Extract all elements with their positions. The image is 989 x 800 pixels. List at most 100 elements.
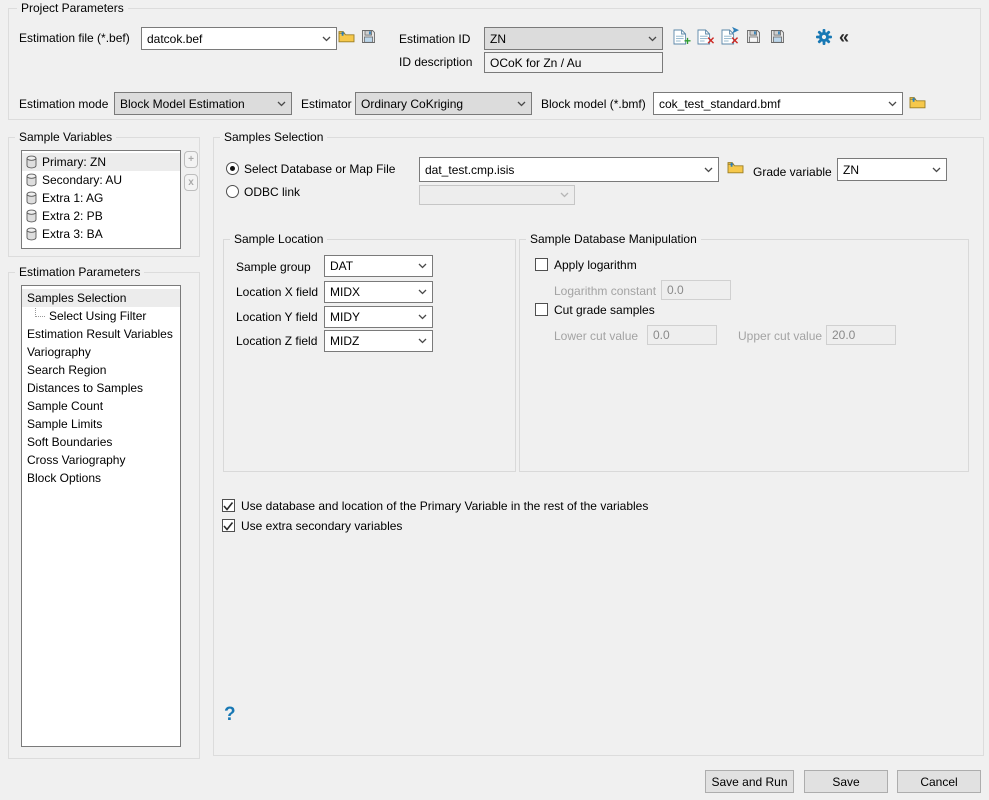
tree-item-samples-selection[interactable]: Samples Selection (22, 289, 180, 307)
sample-variables-title: Sample Variables (15, 130, 116, 144)
radio-dot (230, 166, 235, 171)
arrow-badge-icon: ➤ (731, 26, 739, 35)
list-item-extra2[interactable]: Extra 2: PB (22, 207, 180, 225)
estimation-parameters-tree[interactable]: Samples Selection Select Using Filter Es… (21, 285, 181, 747)
collapse-chevrons-icon[interactable]: « (839, 27, 847, 48)
tree-item-search-region[interactable]: Search Region (22, 361, 180, 379)
chevron-down-icon[interactable] (418, 263, 427, 269)
chevron-down-icon[interactable] (517, 101, 526, 107)
location-z-label: Location Z field (236, 334, 317, 348)
add-estimation-id-icon[interactable]: + (673, 29, 687, 45)
open-block-model-folder-icon[interactable] (909, 95, 926, 109)
use-primary-db-checkbox[interactable] (222, 499, 235, 512)
tree-item-block-options[interactable]: Block Options (22, 469, 180, 487)
tree-item-estimation-result-variables[interactable]: Estimation Result Variables (22, 325, 180, 343)
location-y-label: Location Y field (236, 310, 318, 324)
block-model-combo[interactable]: cok_test_standard.bmf (653, 92, 903, 115)
tree-item-soft-boundaries[interactable]: Soft Boundaries (22, 433, 180, 451)
list-item-primary[interactable]: Primary: ZN (22, 153, 180, 171)
tree-item-cross-variography[interactable]: Cross Variography (22, 451, 180, 469)
check-icon (223, 521, 234, 531)
save-label: Save (832, 775, 859, 789)
list-item-extra1[interactable]: Extra 1: AG (22, 189, 180, 207)
location-x-combo[interactable]: MIDX (324, 281, 433, 303)
estimation-file-combo[interactable]: datcok.bef (141, 27, 337, 50)
chevron-down-icon[interactable] (418, 314, 427, 320)
location-z-value: MIDZ (330, 334, 359, 348)
tree-connector-icon (35, 308, 45, 317)
logarithm-constant-field: 0.0 (661, 280, 731, 300)
estimation-id-combo[interactable]: ZN (484, 27, 663, 50)
estimation-file-value: datcok.bef (147, 32, 202, 46)
chevron-down-icon[interactable] (418, 338, 427, 344)
cut-grade-checkbox[interactable] (535, 303, 548, 316)
chevron-down-icon[interactable] (888, 101, 897, 107)
save-button[interactable]: Save (804, 770, 888, 793)
sample-db-manipulation-title: Sample Database Manipulation (526, 232, 701, 246)
estimation-file-label: Estimation file (*.bef) (19, 31, 130, 45)
delete-all-estimation-ids-icon[interactable]: ➤ ✕ (721, 29, 735, 45)
tree-item-label: Soft Boundaries (27, 435, 112, 449)
chevron-down-icon[interactable] (418, 289, 427, 295)
select-database-radio[interactable] (226, 162, 239, 175)
save-id-as-icon[interactable] (770, 29, 785, 44)
tree-item-sample-count[interactable]: Sample Count (22, 397, 180, 415)
tree-item-label: Block Options (27, 471, 101, 485)
chevron-down-icon[interactable] (322, 36, 331, 42)
sample-variables-list[interactable]: Primary: ZN Secondary: AU Extra 1: AG Ex… (21, 150, 181, 249)
tree-item-label: Variography (27, 345, 91, 359)
list-item-extra3[interactable]: Extra 3: BA (22, 225, 180, 243)
save-file-icon[interactable] (361, 29, 376, 44)
chevron-down-icon[interactable] (704, 167, 713, 173)
estimation-parameters-group: Estimation Parameters Samples Selection … (8, 272, 200, 759)
sample-group-combo[interactable]: DAT (324, 255, 433, 277)
estimator-value: Ordinary CoKriging (361, 97, 463, 111)
project-parameters-title: Project Parameters (17, 1, 128, 15)
id-description-value: OCoK for Zn / Au (490, 56, 581, 70)
cancel-button[interactable]: Cancel (897, 770, 981, 793)
list-item-secondary[interactable]: Secondary: AU (22, 171, 180, 189)
use-extra-secondary-label: Use extra secondary variables (241, 519, 402, 533)
tree-item-label: Search Region (27, 363, 106, 377)
chevron-down-icon (560, 192, 569, 198)
id-description-label: ID description (399, 55, 472, 69)
samples-selection-title: Samples Selection (220, 130, 327, 144)
sample-location-group: Sample Location Sample group DAT Locatio… (223, 239, 516, 472)
settings-gear-icon[interactable] (816, 29, 832, 45)
delete-estimation-id-icon[interactable]: ✕ (697, 29, 711, 45)
samples-selection-group: Samples Selection Select Database or Map… (213, 137, 984, 756)
apply-logarithm-checkbox[interactable] (535, 258, 548, 271)
tree-item-distances-to-samples[interactable]: Distances to Samples (22, 379, 180, 397)
tree-item-label: Sample Count (27, 399, 103, 413)
save-and-run-button[interactable]: Save and Run (705, 770, 794, 793)
tree-item-select-using-filter[interactable]: Select Using Filter (22, 307, 180, 325)
estimation-mode-value: Block Model Estimation (120, 97, 245, 111)
help-button[interactable]: ? (224, 704, 236, 726)
open-database-folder-icon[interactable] (727, 160, 744, 174)
remove-variable-button[interactable]: x (184, 174, 198, 191)
tree-item-sample-limits[interactable]: Sample Limits (22, 415, 180, 433)
tree-item-variography[interactable]: Variography (22, 343, 180, 361)
tree-item-label: Estimation Result Variables (27, 327, 173, 341)
odbc-link-radio[interactable] (226, 185, 239, 198)
add-variable-button[interactable]: + (184, 151, 198, 168)
save-id-icon[interactable] (746, 29, 761, 44)
sample-variables-group: Sample Variables Primary: ZN Secondary: … (8, 137, 200, 257)
location-z-combo[interactable]: MIDZ (324, 330, 433, 352)
chevron-down-icon[interactable] (932, 167, 941, 173)
apply-logarithm-label: Apply logarithm (554, 258, 637, 272)
chevron-down-icon[interactable] (648, 36, 657, 42)
open-folder-icon[interactable] (338, 29, 355, 43)
estimator-combo[interactable]: Ordinary CoKriging (355, 92, 532, 115)
database-file-combo[interactable]: dat_test.cmp.isis (419, 157, 719, 182)
chevron-down-icon[interactable] (277, 101, 286, 107)
grade-variable-value: ZN (843, 163, 859, 177)
estimation-mode-combo[interactable]: Block Model Estimation (114, 92, 292, 115)
cut-grade-label: Cut grade samples (554, 303, 655, 317)
grade-variable-combo[interactable]: ZN (837, 158, 947, 181)
list-item-label: Extra 1: AG (42, 191, 103, 205)
use-extra-secondary-checkbox[interactable] (222, 519, 235, 532)
block-model-value: cok_test_standard.bmf (659, 97, 780, 111)
location-y-combo[interactable]: MIDY (324, 306, 433, 328)
id-description-field[interactable]: OCoK for Zn / Au (484, 52, 663, 73)
